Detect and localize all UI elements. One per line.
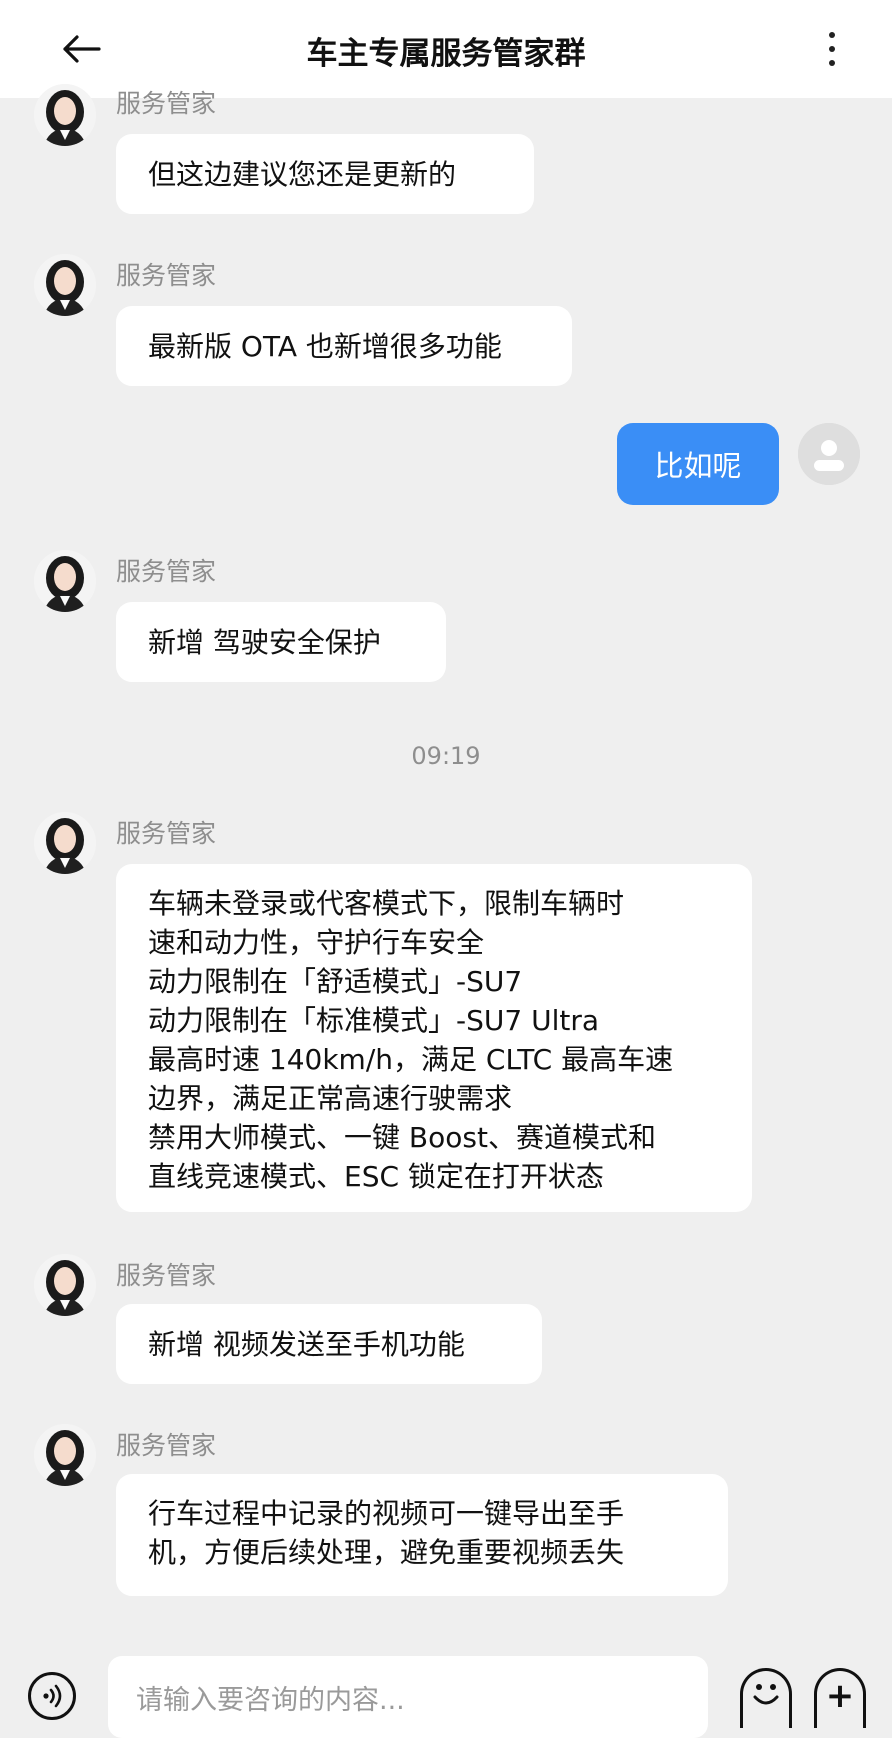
message-line: 行车过程中记录的视频可一键导出至手 <box>148 1497 625 1530</box>
sender-name: 服务管家 <box>116 261 217 290</box>
message-bubble[interactable]: 新增 驾驶安全保护 <box>116 602 446 682</box>
user-placeholder-icon <box>798 423 860 485</box>
voice-button[interactable] <box>28 1672 76 1720</box>
message-line: 速和动力性，守护行车安全 <box>148 926 485 959</box>
more-dot <box>829 46 835 52</box>
sender-name: 服务管家 <box>116 819 217 848</box>
avatar-portrait-icon <box>34 812 96 874</box>
avatar[interactable] <box>34 550 96 612</box>
message-line: 动力限制在「标准模式」-SU7 Ultra <box>148 1004 600 1037</box>
emoji-button[interactable] <box>740 1668 792 1728</box>
message-bubble[interactable]: 车辆未登录或代客模式下，限制车辆时 速和动力性，守护行车安全 动力限制在「舒适模… <box>116 864 752 1212</box>
avatar-portrait-icon <box>34 254 96 316</box>
avatar-portrait-icon <box>34 84 96 146</box>
message-line: 动力限制在「舒适模式」-SU7 <box>148 965 523 998</box>
avatar[interactable] <box>34 254 96 316</box>
voice-icon <box>43 1684 62 1708</box>
message-line: 车辆未登录或代客模式下，限制车辆时 <box>148 887 625 920</box>
plus-button[interactable]: + <box>814 1668 866 1728</box>
message-text: 最新版 OTA 也新增很多功能 <box>148 329 502 363</box>
avatar-portrait-icon <box>34 1254 96 1316</box>
sender-name: 服务管家 <box>116 1261 217 1290</box>
message-bubble[interactable]: 新增 视频发送至手机功能 <box>116 1304 542 1384</box>
message-text: 但这边建议您还是更新的 <box>148 157 457 191</box>
avatar[interactable] <box>34 1254 96 1316</box>
input-placeholder: 请输入要咨询的内容... <box>136 1684 405 1716</box>
message-bubble[interactable]: 但这边建议您还是更新的 <box>116 134 534 214</box>
avatar-portrait-icon <box>34 550 96 612</box>
message-line: 最高时速 140km/h，满足 CLTC 最高车速 <box>148 1043 674 1076</box>
message-line: 边界，满足正常高速行驶需求 <box>148 1082 513 1115</box>
message-line: 机，方便后续处理，避免重要视频丢失 <box>148 1536 625 1569</box>
my-message-bubble[interactable]: 比如呢 <box>617 423 779 505</box>
page-title: 车主专属服务管家群 <box>306 36 586 72</box>
message-input[interactable]: 请输入要咨询的内容... <box>108 1656 708 1738</box>
message-line: 直线竞速模式、ESC 锁定在打开状态 <box>148 1160 604 1193</box>
avatar[interactable] <box>34 812 96 874</box>
sender-name: 服务管家 <box>116 1431 217 1460</box>
my-message-text: 比如呢 <box>654 449 742 483</box>
more-dot <box>829 60 835 66</box>
avatar[interactable] <box>34 1424 96 1486</box>
plus-icon: + <box>825 1676 855 1716</box>
emoji-icon <box>753 1684 779 1705</box>
avatar[interactable] <box>34 84 96 146</box>
more-options-button[interactable] <box>822 26 842 72</box>
message-bubble[interactable]: 行车过程中记录的视频可一键导出至手 机，方便后续处理，避免重要视频丢失 <box>116 1474 728 1596</box>
avatar-portrait-icon <box>34 1424 96 1486</box>
message-text: 新增 视频发送至手机功能 <box>148 1327 465 1361</box>
message-line: 禁用大师模式、一键 Boost、赛道模式和 <box>148 1121 656 1154</box>
sender-name: 服务管家 <box>116 557 217 586</box>
message-text: 新增 驾驶安全保护 <box>148 625 381 659</box>
sender-name: 服务管家 <box>116 89 217 118</box>
message-bubble[interactable]: 最新版 OTA 也新增很多功能 <box>116 306 572 386</box>
timestamp: 09:19 <box>411 742 481 770</box>
more-vertical-icon <box>829 32 835 38</box>
my-avatar[interactable] <box>798 423 860 485</box>
